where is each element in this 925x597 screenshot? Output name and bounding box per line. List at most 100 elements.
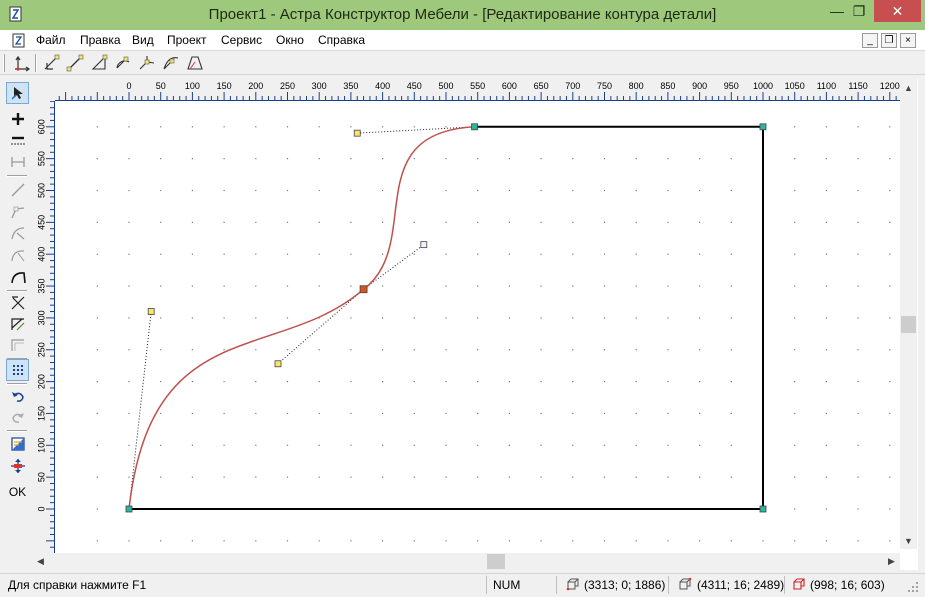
selected-point[interactable] — [359, 285, 368, 294]
mdi-close-button[interactable]: × — [900, 33, 916, 48]
ruler-label: 300 — [36, 310, 46, 325]
drawing-canvas[interactable]: 0 50 100 150 200 250 300 350 400 450 500 550 600 650 7… — [32, 79, 918, 570]
control-point[interactable] — [274, 360, 282, 368]
grid-dot — [477, 253, 479, 255]
bezier-curve[interactable] — [128, 126, 475, 510]
polygon-tool-icon[interactable] — [186, 54, 204, 72]
redo-button[interactable] — [6, 407, 29, 429]
grid-dot — [318, 381, 320, 383]
edit-toolbar: OK — [4, 80, 30, 570]
add-point-button[interactable] — [6, 108, 29, 130]
ruler-label: 500 — [36, 183, 46, 198]
control-point[interactable] — [420, 241, 428, 249]
horizontal-scrollbar[interactable]: ◀ ▶ — [32, 553, 900, 570]
grid-dot — [350, 317, 352, 319]
select-tool-button[interactable] — [6, 82, 29, 104]
grid-dot — [382, 189, 384, 192]
grid-dot — [318, 221, 320, 223]
origin-tool-icon[interactable] — [13, 54, 31, 72]
bezier-button[interactable] — [6, 244, 29, 266]
corner-point[interactable] — [125, 505, 133, 513]
canvas-svg[interactable]: 0 50 100 150 200 250 300 350 400 450 500 550 600 650 7… — [32, 79, 900, 553]
grid-dot — [255, 317, 257, 319]
grid-dot — [382, 444, 384, 446]
grid-dot — [223, 349, 225, 351]
grid-dot — [699, 158, 701, 160]
chamfer-button[interactable] — [6, 313, 29, 335]
grid-dot — [635, 476, 637, 478]
menu-file[interactable]: Файл — [36, 33, 66, 47]
corner-point[interactable] — [759, 123, 767, 131]
grid-dot — [477, 476, 479, 478]
ok-button[interactable]: OK — [6, 481, 29, 503]
grid-dot — [635, 189, 637, 192]
grid-dot — [825, 412, 827, 415]
grid-dot — [667, 540, 669, 542]
triangle-tool-icon[interactable] — [90, 54, 108, 72]
polyline-button[interactable] — [6, 201, 29, 223]
line-tool-icon[interactable] — [42, 54, 60, 72]
menu-view[interactable]: Вид — [132, 33, 154, 47]
mdi-restore-button[interactable]: ❐ — [881, 33, 897, 48]
scroll-left-icon[interactable]: ◀ — [32, 553, 49, 570]
control-point[interactable] — [353, 129, 361, 137]
grid-dot — [255, 126, 257, 128]
grid-dot — [508, 285, 510, 287]
grid-dot — [96, 444, 98, 446]
toolbar-grip[interactable] — [3, 54, 5, 72]
menu-window[interactable]: Окно — [276, 33, 304, 47]
segment-tool-icon[interactable] — [66, 54, 84, 72]
corner-point[interactable] — [759, 505, 767, 513]
remove-point-button[interactable] — [6, 130, 29, 152]
ruler-label: 1200 — [880, 81, 900, 91]
grid-icon — [12, 365, 23, 375]
menu-help[interactable]: Справка — [318, 33, 365, 47]
grid-dot — [889, 221, 891, 223]
grid-dot — [794, 189, 796, 192]
grid-dot — [508, 444, 510, 446]
restore-button[interactable]: ❐ — [845, 0, 873, 22]
menu-project[interactable]: Проект — [167, 33, 207, 47]
grid-dot — [699, 444, 701, 446]
grid-dot — [96, 158, 98, 160]
move-button[interactable] — [6, 455, 29, 477]
scroll-up-icon[interactable]: ▲ — [900, 79, 917, 96]
undo-icon — [11, 392, 24, 402]
scroll-down-icon[interactable]: ▼ — [900, 532, 917, 549]
handle-line — [128, 311, 152, 510]
menu-service[interactable]: Сервис — [221, 33, 262, 47]
arc-button[interactable] — [6, 222, 29, 244]
properties-button[interactable] — [6, 433, 29, 455]
mdi-minimize-button[interactable]: _ — [862, 33, 878, 48]
status-coord-3: (998; 16; 603) — [810, 578, 885, 592]
grid-button[interactable] — [6, 359, 29, 381]
control-point[interactable] — [147, 308, 155, 315]
rounded-corner-button[interactable] — [6, 266, 29, 288]
arc-tool-icon[interactable] — [114, 54, 132, 72]
line-button[interactable] — [6, 179, 29, 201]
menu-edit[interactable]: Правка — [80, 33, 121, 47]
ruler-label: 1150 — [848, 81, 867, 91]
status-num: NUM — [493, 578, 521, 592]
corner-point[interactable] — [471, 123, 478, 131]
grid-dot — [857, 317, 859, 319]
curve-tool-icon[interactable] — [162, 54, 180, 72]
status-coord-2: (4311; 16; 2489) — [697, 578, 785, 592]
resize-grip-icon[interactable] — [906, 580, 920, 594]
vertical-scroll-thumb[interactable] — [901, 316, 916, 333]
grid-dot — [445, 253, 447, 255]
fillet-button[interactable] — [6, 334, 29, 356]
close-button[interactable]: ✕ — [874, 0, 921, 22]
document-icon[interactable] — [12, 33, 26, 48]
vertical-scrollbar[interactable]: ▲ ▼ — [900, 79, 917, 549]
horizontal-scroll-thumb[interactable] — [487, 554, 505, 569]
ruler-label: 1100 — [817, 81, 836, 91]
edge-button[interactable] — [6, 292, 29, 314]
scroll-right-icon[interactable]: ▶ — [883, 553, 900, 570]
undo-button[interactable] — [6, 386, 29, 408]
bezier-handle-lines — [128, 126, 475, 510]
arc-point-tool-icon[interactable] — [138, 54, 156, 72]
distribute-button[interactable] — [6, 151, 29, 173]
ruler-label: 950 — [724, 81, 739, 91]
grid-dot — [382, 126, 384, 128]
